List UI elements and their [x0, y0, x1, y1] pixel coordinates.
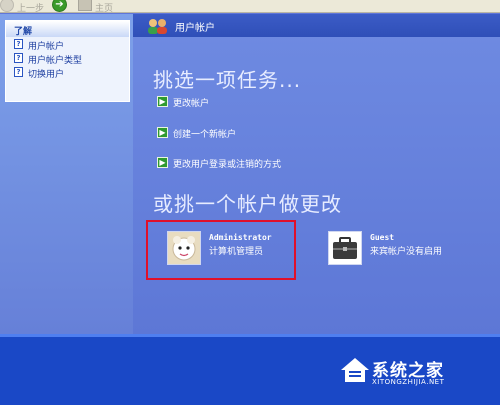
accounts-heading: 或挑一个帐户做更改 — [153, 192, 342, 216]
briefcase-icon — [328, 231, 362, 265]
green-arrow-icon: ▶ — [157, 96, 168, 107]
green-arrow-icon: ▶ — [157, 157, 168, 168]
page-title: 用户帐户 — [175, 23, 215, 34]
task-label: 更改帐户 — [173, 99, 210, 109]
help-icon: ? — [14, 53, 23, 63]
learn-about-title: 了解 — [6, 21, 129, 37]
watermark-url: XITONGZHIJIA.NET — [372, 378, 445, 386]
task-change-logon[interactable]: ▶ 更改用户登录或注销的方式 — [157, 157, 307, 171]
learn-item-user-accounts[interactable]: ? 用户帐户 — [6, 37, 129, 52]
main-pane: 用户帐户 挑选一项任务... ▶ 更改帐户 ▶ 创建一个新帐户 ▶ 更改用户登录… — [133, 14, 500, 334]
learn-item-account-types[interactable]: ? 用户帐户类型 — [6, 51, 129, 66]
back-arrow-icon[interactable] — [0, 0, 14, 12]
task-change-account[interactable]: ▶ 更改帐户 — [157, 96, 277, 110]
tasks-heading: 挑选一项任务... — [153, 68, 302, 92]
learn-item-label: 切换用户 — [28, 70, 65, 80]
task-label: 更改用户登录或注销的方式 — [173, 160, 282, 170]
back-button-label[interactable]: 上一步 — [17, 1, 44, 12]
learn-item-switch-users[interactable]: ? 切换用户 — [6, 65, 129, 80]
green-arrow-icon: ▶ — [157, 127, 168, 138]
home-icon[interactable] — [78, 0, 92, 11]
help-icon: ? — [14, 67, 23, 77]
toolbar: 上一步 ➔ 主页 — [0, 0, 500, 13]
house-logo-icon — [341, 358, 369, 382]
account-name: Guest — [370, 233, 395, 242]
help-icon: ? — [14, 39, 23, 49]
forward-arrow-icon[interactable]: ➔ — [52, 0, 67, 12]
task-create-account[interactable]: ▶ 创建一个新帐户 — [157, 127, 277, 141]
header-bar: 用户帐户 — [133, 14, 500, 37]
home-button-label[interactable]: 主页 — [95, 1, 113, 12]
account-type: 来宾帐户没有启用 — [370, 247, 443, 257]
account-guest[interactable]: Guest 来宾帐户没有启用 — [328, 231, 488, 281]
left-pane: 了解 ? 用户帐户 ? 用户帐户类型 ? 切换用户 — [0, 14, 133, 334]
task-label: 创建一个新帐户 — [173, 130, 237, 140]
highlight-box — [146, 220, 296, 280]
users-icon — [148, 19, 167, 34]
learn-about-panel: 了解 ? 用户帐户 ? 用户帐户类型 ? 切换用户 — [5, 20, 130, 102]
